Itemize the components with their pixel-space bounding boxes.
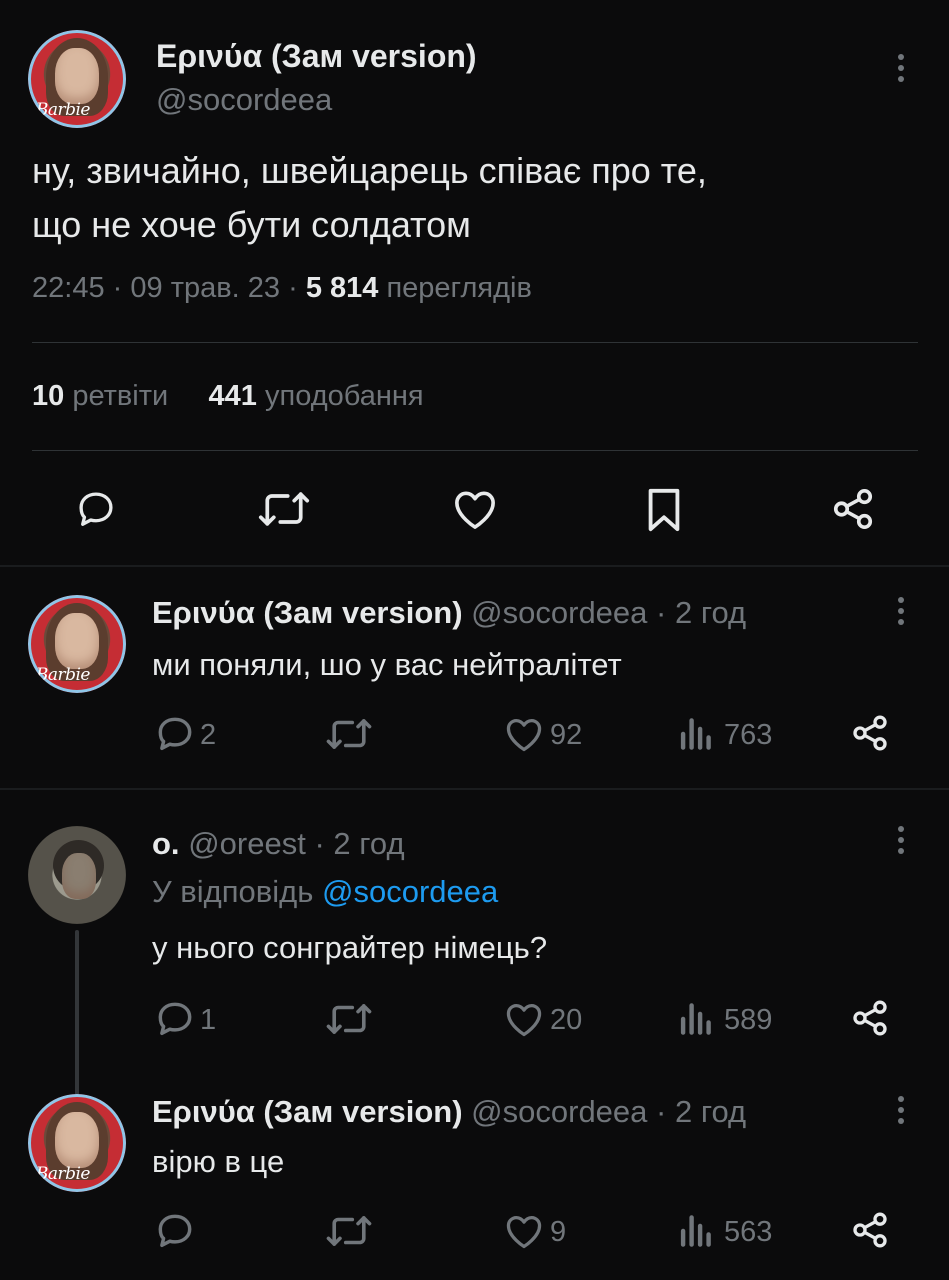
retweet-icon[interactable]	[326, 717, 372, 751]
meta-separator: ·	[112, 272, 123, 304]
like-count: 92	[550, 719, 583, 751]
avatar[interactable]: Barbie	[28, 1094, 126, 1192]
tweet-date[interactable]: 09 трав. 23	[130, 272, 280, 304]
display-name[interactable]: Ερινύα (Зам version)	[156, 38, 477, 75]
share-icon[interactable]	[830, 486, 876, 532]
tweet-thread-page: Barbie Ερινύα (Зам version) @socordeea н…	[0, 0, 949, 1280]
views-icon[interactable]	[678, 1002, 712, 1036]
reply-header: о. @oreest · 2 год	[152, 826, 405, 862]
replying-to: У відповідь @socordeea	[152, 874, 498, 910]
tweet-time[interactable]: 22:45	[32, 272, 105, 304]
likes-label: уподобання	[265, 380, 424, 412]
reply-icon[interactable]	[154, 1000, 196, 1038]
like-icon[interactable]	[504, 1001, 544, 1037]
retweet-icon[interactable]	[326, 1002, 372, 1036]
handle[interactable]: @socordeea	[471, 1094, 647, 1129]
engagement-stats: 10 ретвіти 441 уподобання	[32, 380, 424, 413]
reply-count: 2	[200, 719, 217, 751]
like-icon[interactable]	[504, 716, 544, 752]
avatar-logo-text: Barbie	[35, 665, 91, 686]
views-count: 763	[724, 719, 773, 751]
reply-tweet[interactable]: Barbie Ερινύα (Зам version) @socordeea ·…	[0, 1090, 949, 1280]
likes-stat[interactable]: 441 уподобання	[209, 380, 424, 412]
meta-separator: ·	[314, 826, 325, 861]
divider	[32, 450, 918, 451]
avatar-logo-text: Barbie	[35, 1164, 91, 1185]
avatar[interactable]	[28, 826, 126, 924]
views-icon[interactable]	[678, 717, 712, 751]
tweet-text-line-1: ну, звичайно, швейцарець співає про те,	[32, 150, 707, 191]
tweet-text-line-2: що не хоче бути солдатом	[32, 204, 471, 245]
reply-time[interactable]: 2 год	[675, 595, 746, 630]
reply-header: Ερινύα (Зам version) @socordeea · 2 год	[152, 595, 746, 631]
reply-icon[interactable]	[154, 715, 196, 753]
like-icon[interactable]	[452, 488, 498, 530]
main-tweet[interactable]: Barbie Ερινύα (Зам version) @socordeea н…	[0, 0, 949, 565]
reply-icon[interactable]	[74, 488, 118, 530]
meta-separator: ·	[656, 1094, 667, 1129]
handle[interactable]: @socordeea	[471, 595, 647, 630]
reply-time[interactable]: 2 год	[333, 826, 404, 861]
reply-time[interactable]: 2 год	[675, 1094, 746, 1129]
like-count: 9	[550, 1216, 567, 1248]
views-count: 589	[724, 1004, 773, 1036]
retweets-label: ретвіти	[72, 380, 169, 412]
more-options-icon[interactable]	[896, 597, 906, 625]
more-options-icon[interactable]	[896, 54, 906, 82]
reply-header: Ερινύα (Зам version) @socordeea · 2 год	[152, 1094, 746, 1130]
retweets-count: 10	[32, 380, 65, 412]
reply-tweet[interactable]: Barbie Ερινύα (Зам version) @socordeea ·…	[0, 567, 949, 788]
avatar-logo-text: Barbie	[35, 100, 91, 121]
handle[interactable]: @oreest	[188, 826, 306, 861]
reply-icon[interactable]	[154, 1212, 196, 1250]
handle[interactable]: @socordeea	[156, 82, 332, 118]
display-name[interactable]: о.	[152, 826, 180, 861]
views-count: 5 814	[305, 272, 379, 304]
reply-text: вірю в це	[152, 1144, 285, 1179]
display-name[interactable]: Ερινύα (Зам version)	[152, 1094, 463, 1129]
more-options-icon[interactable]	[896, 1096, 906, 1124]
bookmark-icon[interactable]	[646, 487, 682, 533]
share-icon[interactable]	[850, 713, 890, 753]
share-icon[interactable]	[850, 998, 890, 1038]
like-count: 20	[550, 1004, 583, 1036]
replying-to-mention[interactable]: @socordeea	[322, 874, 498, 909]
replying-to-label: У відповідь	[152, 874, 314, 909]
tweet-meta: 22:45 · 09 трав. 23 · 5 814 переглядів	[32, 272, 532, 305]
views-count: 563	[724, 1216, 773, 1248]
views-icon[interactable]	[678, 1214, 712, 1248]
share-icon[interactable]	[850, 1210, 890, 1250]
display-name[interactable]: Ερινύα (Зам version)	[152, 595, 463, 630]
like-icon[interactable]	[504, 1213, 544, 1249]
reply-count: 1	[200, 1004, 217, 1036]
avatar-face	[62, 853, 96, 899]
reply-tweet[interactable]: о. @oreest · 2 год У відповідь @socordee…	[0, 790, 949, 1188]
retweet-icon[interactable]	[258, 490, 310, 528]
views-label: переглядів	[386, 272, 532, 304]
reply-text: у нього сонграйтер німець?	[152, 930, 548, 965]
more-options-icon[interactable]	[896, 826, 906, 854]
divider	[32, 342, 918, 343]
retweets-stat[interactable]: 10 ретвіти	[32, 380, 168, 412]
avatar[interactable]: Barbie	[28, 595, 126, 693]
retweet-icon[interactable]	[326, 1214, 372, 1248]
reply-text: ми поняли, шо у вас нейтралітет	[152, 647, 622, 682]
avatar[interactable]: Barbie	[28, 30, 126, 128]
likes-count: 441	[208, 380, 257, 412]
meta-separator: ·	[288, 272, 298, 304]
meta-separator: ·	[656, 595, 667, 630]
